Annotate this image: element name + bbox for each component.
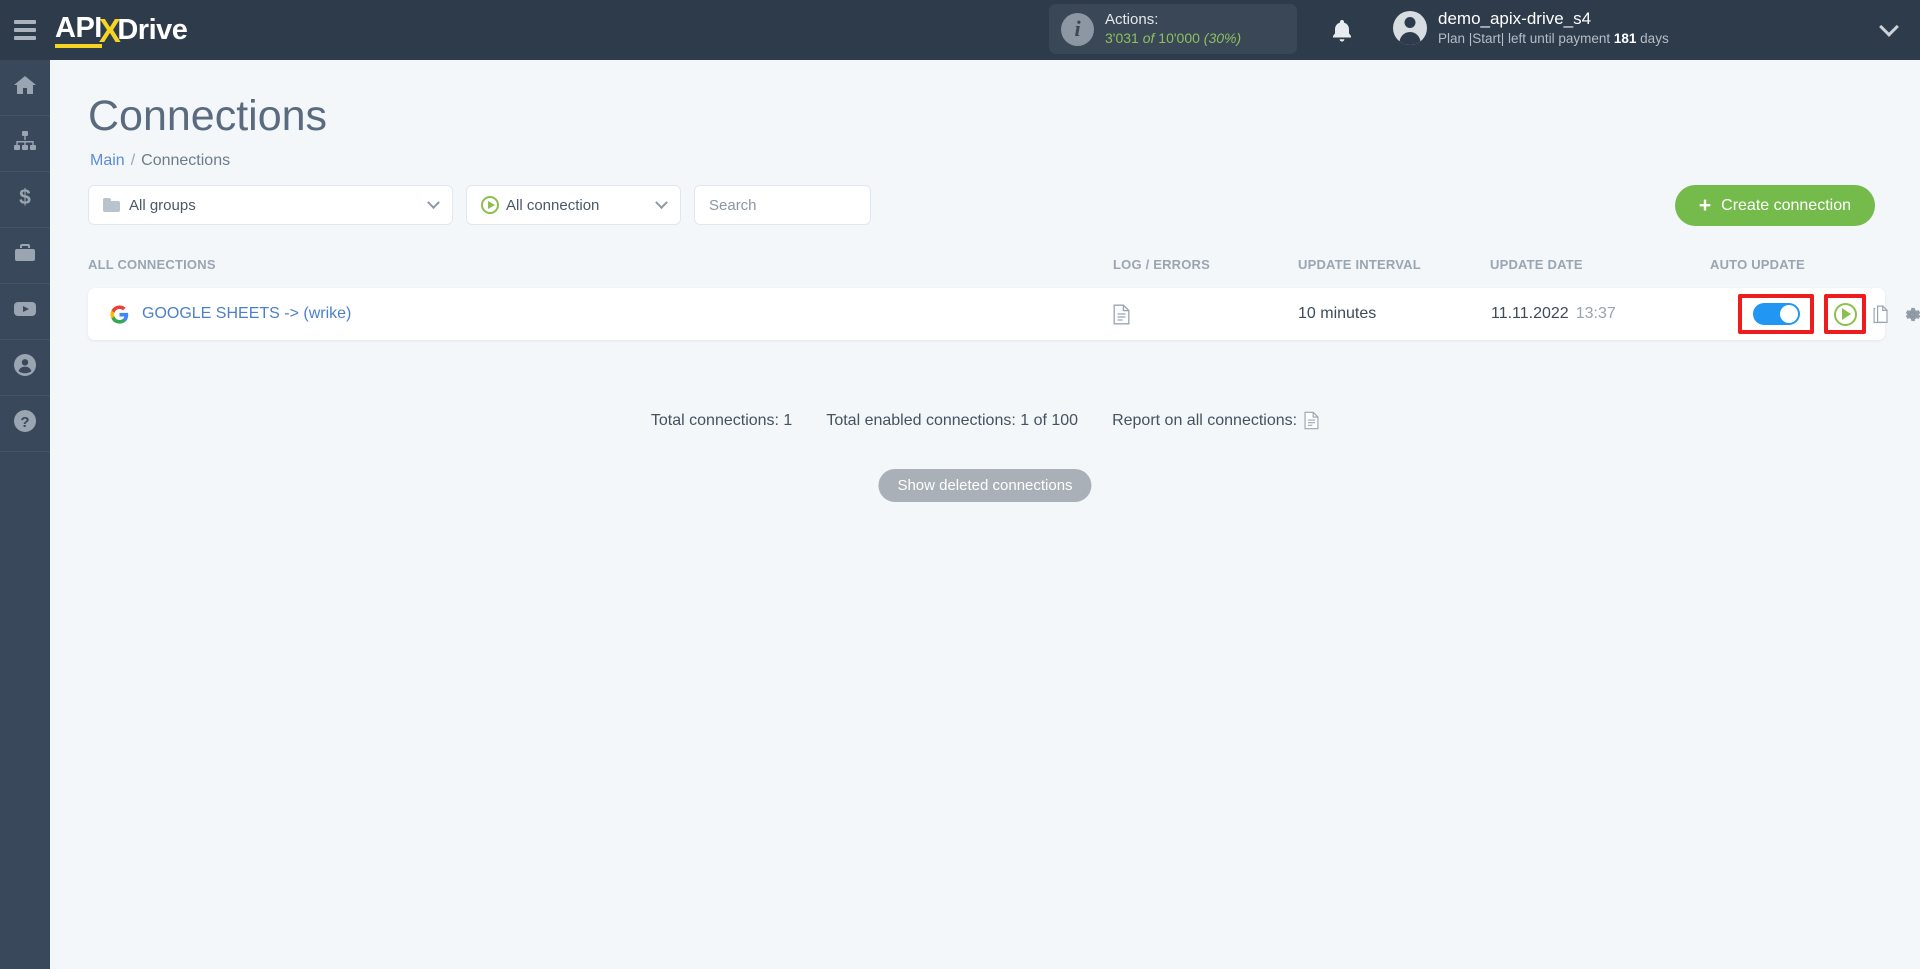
user-plan: Plan |Start| left until payment 181 days (1438, 30, 1669, 48)
log-cell (1113, 288, 1130, 340)
dollar-icon: $ (13, 185, 37, 214)
sitemap-icon (13, 130, 37, 157)
column-auto-update: AUTO UPDATE (1710, 257, 1805, 272)
update-date-cell: 11.11.2022 13:37 (1491, 288, 1616, 340)
plus-icon: + (1698, 194, 1712, 217)
auto-update-toggle[interactable] (1752, 303, 1800, 325)
table-row: GOOGLE SHEETS -> (wrike) 10 minutes 11.1… (88, 288, 1920, 340)
app-logo[interactable]: API X Drive (55, 11, 188, 49)
document-icon[interactable] (1113, 304, 1130, 325)
play-circle-icon (481, 196, 499, 214)
connection-name: GOOGLE SHEETS -> (wrike) (142, 305, 352, 322)
document-icon[interactable] (1304, 411, 1319, 430)
sidebar-item-billing[interactable]: $ (0, 172, 50, 228)
info-icon: i (1061, 12, 1094, 46)
update-time-value: 13:37 (1575, 305, 1616, 322)
sidebar-item-connections[interactable] (0, 116, 50, 172)
logo-text-drive: Drive (117, 14, 188, 46)
folder-icon (103, 198, 120, 212)
home-icon (13, 74, 37, 101)
user-plan-suffix: days (1640, 31, 1669, 47)
sidebar: $ ? (0, 60, 50, 969)
sidebar-item-help[interactable]: ? (0, 396, 50, 452)
avatar (1393, 10, 1427, 45)
user-name: demo_apix-drive_s4 (1438, 9, 1592, 28)
actions-quota-text: Actions: 3'031 of 10'000 (30%) (1105, 11, 1241, 47)
chevron-down-icon[interactable] (1879, 17, 1899, 37)
report-on-all-connections: Report on all connections: (1112, 411, 1319, 430)
logo-text-api: API (55, 13, 102, 48)
run-now-highlight (1824, 294, 1866, 334)
report-label: Report on all connections: (1112, 411, 1298, 429)
chevron-down-icon (427, 195, 440, 209)
chevron-down-icon (655, 195, 668, 209)
user-menu[interactable]: demo_apix-drive_s4 Plan |Start| left unt… (1393, 8, 1669, 48)
briefcase-icon (13, 242, 37, 269)
search-input[interactable] (694, 185, 871, 225)
hamburger-icon[interactable] (0, 0, 50, 60)
page-title: Connections (88, 92, 328, 140)
top-bar: API X Drive i Actions: 3'031 of 10'000 (30… (0, 0, 1920, 60)
column-update-date: UPDATE DATE (1490, 257, 1583, 272)
stats-bar: Total connections: 1 Total enabled conne… (50, 411, 1920, 430)
actions-quota-box[interactable]: i Actions: 3'031 of 10'000 (30%) (1049, 4, 1297, 54)
user-info: demo_apix-drive_s4 Plan |Start| left unt… (1438, 8, 1669, 48)
row-action-icons (1873, 288, 1920, 340)
youtube-icon (13, 299, 37, 324)
total-connections: Total connections: 1 (650, 411, 793, 429)
create-connection-label: Create connection (1721, 196, 1851, 214)
sidebar-item-business[interactable] (0, 228, 50, 284)
connection-type-select[interactable]: All connection (466, 185, 681, 225)
update-date-value: 11.11.2022 (1491, 305, 1569, 322)
actions-used: 3'031 (1105, 29, 1139, 46)
breadcrumb: Main / Connections (90, 152, 230, 170)
connection-select-value: All connection (506, 196, 600, 214)
sidebar-item-video[interactable] (0, 284, 50, 340)
column-all-connections: ALL CONNECTIONS (88, 257, 216, 272)
copy-icon[interactable] (1873, 305, 1889, 324)
notification-bell-icon[interactable] (1330, 18, 1354, 44)
update-interval-cell: 10 minutes (1298, 305, 1377, 322)
svg-text:?: ? (20, 414, 29, 431)
user-plan-prefix: Plan |Start| left until payment (1438, 31, 1611, 47)
google-icon (110, 304, 129, 324)
groups-select-value: All groups (129, 196, 196, 214)
sidebar-item-account[interactable] (0, 340, 50, 396)
actions-of: of (1142, 29, 1155, 46)
column-update-interval: UPDATE INTERVAL (1298, 257, 1421, 272)
actions-values: 3'031 of 10'000 (30%) (1105, 30, 1241, 48)
connection-link[interactable]: GOOGLE SHEETS -> (wrike) (110, 288, 351, 340)
breadcrumb-current: Connections (141, 152, 231, 169)
user-circle-icon (13, 353, 37, 382)
breadcrumb-link-main[interactable]: Main (90, 152, 125, 169)
svg-text:$: $ (19, 186, 31, 209)
user-plan-days: 181 (1613, 31, 1637, 47)
filter-bar: All groups All connection (88, 185, 871, 225)
table-header: ALL CONNECTIONS LOG / ERRORS UPDATE INTE… (50, 257, 1920, 283)
total-enabled-connections: Total enabled connections: 1 of 100 (826, 411, 1079, 429)
question-circle-icon: ? (13, 409, 37, 438)
sidebar-item-home[interactable] (0, 60, 50, 116)
breadcrumb-separator: / (130, 152, 136, 169)
auto-update-toggle-highlight (1738, 294, 1814, 334)
column-log-errors: LOG / ERRORS (1113, 257, 1211, 272)
logo-text-x: X (98, 12, 121, 49)
groups-select[interactable]: All groups (88, 185, 453, 225)
actions-percent: (30%) (1203, 29, 1242, 46)
show-deleted-connections-button[interactable]: Show deleted connections (878, 469, 1092, 502)
create-connection-button[interactable]: + Create connection (1674, 185, 1875, 226)
main-content: Connections Main / Connections All groups … (50, 60, 1920, 969)
actions-total: 10'000 (1158, 29, 1200, 46)
gear-icon[interactable] (1903, 305, 1920, 324)
actions-label: Actions: (1105, 10, 1159, 28)
play-circle-icon[interactable] (1833, 302, 1857, 326)
